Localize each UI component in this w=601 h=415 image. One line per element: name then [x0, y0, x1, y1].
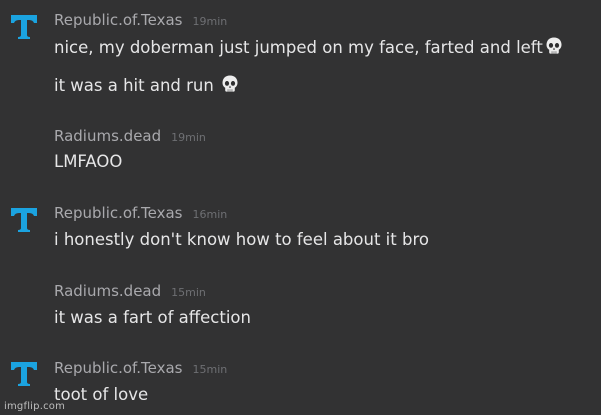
message-header: Republic.of.Texas 15min	[54, 359, 227, 379]
message-header: Radiums.dead 15min	[54, 282, 206, 302]
message-text: it was a hit and run	[54, 74, 240, 97]
message-text: LMFAOO	[54, 151, 122, 173]
message-text-content: nice, my doberman just jumped on my face…	[54, 38, 543, 57]
message-header: Republic.of.Texas 19min	[54, 11, 227, 31]
texas-t-icon[interactable]	[8, 357, 40, 389]
author-name[interactable]: Republic.of.Texas	[54, 204, 182, 222]
message-text-content: toot of love	[54, 385, 149, 404]
timestamp: 16min	[192, 208, 228, 221]
message-header: Republic.of.Texas 16min	[54, 204, 227, 224]
message-text-content: LMFAOO	[54, 152, 123, 171]
message-text: i honestly don't know how to feel about …	[54, 229, 429, 251]
timestamp: 15min	[171, 286, 206, 299]
timestamp: 15min	[192, 363, 228, 376]
message-text: toot of love	[54, 384, 148, 406]
imgflip-watermark: imgflip.com	[4, 401, 66, 412]
author-name[interactable]: Radiums.dead	[54, 127, 161, 145]
timestamp: 19min	[192, 15, 228, 28]
message-text: it was a fart of affection	[54, 307, 251, 329]
message-header: Radiums.dead 19min	[54, 127, 206, 147]
message-text-content: it was a hit and run	[54, 76, 220, 95]
author-name[interactable]: Republic.of.Texas	[54, 11, 182, 29]
chat-panel: Republic.of.Texas 19min nice, my doberman…	[0, 0, 601, 415]
message-text: nice, my doberman just jumped on my face…	[54, 36, 564, 59]
texas-t-icon[interactable]	[8, 203, 40, 235]
author-name[interactable]: Republic.of.Texas	[54, 359, 182, 377]
skull-emoji	[222, 75, 238, 92]
texas-t-icon[interactable]	[8, 10, 40, 42]
author-name[interactable]: Radiums.dead	[54, 282, 161, 300]
timestamp: 19min	[171, 131, 206, 144]
message-text-content: it was a fart of affection	[54, 308, 251, 327]
message-text-content: i honestly don't know how to feel about …	[54, 230, 429, 249]
skull-emoji	[546, 37, 562, 54]
